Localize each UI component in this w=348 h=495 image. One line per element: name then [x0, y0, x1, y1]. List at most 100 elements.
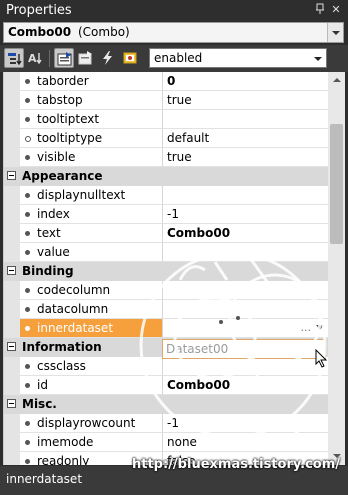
collapse-icon[interactable]: [7, 171, 16, 180]
property-value: none: [167, 435, 197, 449]
property-filter-value: enabled: [154, 51, 203, 65]
property-name: readonly: [37, 454, 90, 465]
property-name-cell[interactable]: tabstop: [20, 91, 163, 110]
property-row[interactable]: displayrowcount -1: [4, 414, 328, 433]
property-value-cell[interactable]: true: [163, 91, 328, 110]
property-name-cell[interactable]: cssclass: [20, 357, 163, 376]
property-name-cell[interactable]: innerdataset: [20, 319, 163, 338]
properties-button[interactable]: [54, 48, 74, 68]
scroll-thumb[interactable]: [330, 124, 343, 244]
category-row[interactable]: Misc.: [4, 395, 328, 414]
property-name-cell[interactable]: codecolumn: [20, 281, 163, 300]
property-name-cell[interactable]: datacolumn: [20, 300, 163, 319]
property-name: innerdataset: [37, 321, 114, 335]
property-bullet-icon: [25, 383, 30, 388]
property-name: datacolumn: [37, 302, 109, 316]
property-value-cell[interactable]: -1: [163, 205, 328, 224]
property-row[interactable]: tooltiptype default: [4, 129, 328, 148]
property-pages-button[interactable]: [76, 48, 96, 68]
property-name: imemode: [37, 435, 94, 449]
row-gutter: [4, 224, 20, 243]
property-bullet-icon: [25, 79, 30, 84]
property-row[interactable]: taborder 0: [4, 72, 328, 91]
property-value-cell[interactable]: [163, 110, 328, 129]
property-value-cell[interactable]: [163, 281, 328, 300]
property-value-cell[interactable]: Combo00: [163, 376, 328, 395]
property-row[interactable]: displaynulltext: [4, 186, 328, 205]
chevron-down-icon[interactable]: [316, 325, 324, 330]
sort-category-button[interactable]: [4, 48, 24, 68]
property-value-cell[interactable]: none: [163, 433, 328, 452]
property-bullet-icon: [25, 326, 30, 331]
property-value: default: [167, 131, 210, 145]
property-row[interactable]: tabstop true: [4, 91, 328, 110]
property-row[interactable]: id Combo00: [4, 376, 328, 395]
property-value-cell[interactable]: default: [163, 129, 328, 148]
property-name-cell[interactable]: taborder: [20, 72, 163, 91]
chevron-down-icon[interactable]: [327, 23, 343, 42]
property-name-cell[interactable]: text: [20, 224, 163, 243]
property-name-cell[interactable]: tooltiptext: [20, 110, 163, 129]
property-row[interactable]: imemode none: [4, 433, 328, 452]
object-selector[interactable]: Combo00 (Combo): [3, 22, 344, 43]
sort-alpha-button[interactable]: A: [26, 48, 46, 68]
property-name: taborder: [37, 74, 89, 88]
property-name: tooltiptext: [37, 112, 100, 126]
property-row[interactable]: codecolumn: [4, 281, 328, 300]
value-editor[interactable]: ...: [165, 320, 327, 337]
category-label: Binding: [22, 264, 74, 278]
ellipsis-button[interactable]: ...: [301, 321, 312, 334]
property-value-cell[interactable]: Combo00: [163, 224, 328, 243]
property-row[interactable]: tooltiptext: [4, 110, 328, 129]
property-name-cell[interactable]: id: [20, 376, 163, 395]
category-row[interactable]: Binding: [4, 262, 328, 281]
events-button[interactable]: [98, 48, 118, 68]
row-gutter: [4, 433, 20, 452]
property-name-cell[interactable]: tooltiptype: [20, 129, 163, 148]
property-value-cell[interactable]: [163, 186, 328, 205]
collapse-icon[interactable]: [7, 399, 16, 408]
property-name: cssclass: [37, 359, 86, 373]
collapse-icon[interactable]: [7, 266, 16, 275]
row-gutter: [4, 129, 20, 148]
property-filter-select[interactable]: enabled: [149, 48, 327, 68]
property-name-cell[interactable]: value: [20, 243, 163, 262]
property-name: tooltiptype: [37, 131, 103, 145]
property-row[interactable]: value: [4, 243, 328, 262]
property-bullet-icon: [25, 117, 30, 122]
property-row[interactable]: datacolumn: [4, 300, 328, 319]
dataset-dropdown-list[interactable]: Dataset00: [162, 339, 326, 359]
scroll-up-icon[interactable]: [328, 72, 345, 89]
vertical-scrollbar[interactable]: [328, 72, 345, 465]
property-bullet-icon: [25, 155, 30, 160]
properties-icon: [57, 52, 72, 66]
property-row[interactable]: innerdataset...: [4, 319, 328, 338]
property-name: id: [37, 378, 48, 392]
property-row[interactable]: index -1: [4, 205, 328, 224]
property-name: index: [37, 207, 70, 221]
property-name-cell[interactable]: displaynulltext: [20, 186, 163, 205]
property-name-cell[interactable]: visible: [20, 148, 163, 167]
property-value-cell[interactable]: -1: [163, 414, 328, 433]
property-value-cell[interactable]: 0: [163, 72, 328, 91]
object-name: Combo00: [8, 25, 72, 39]
property-row[interactable]: text Combo00: [4, 224, 328, 243]
category-row[interactable]: Appearance: [4, 167, 328, 186]
property-name-cell[interactable]: displayrowcount: [20, 414, 163, 433]
collapse-icon[interactable]: [7, 342, 16, 351]
property-name-cell[interactable]: index: [20, 205, 163, 224]
settings-button[interactable]: [120, 48, 140, 68]
pin-icon[interactable]: [314, 3, 326, 17]
row-gutter: [4, 148, 20, 167]
dropdown-option[interactable]: Dataset00: [166, 342, 228, 356]
property-bullet-icon: [25, 307, 30, 312]
property-value-cell[interactable]: [163, 357, 328, 376]
property-row[interactable]: visible true: [4, 148, 328, 167]
property-value-cell[interactable]: [163, 243, 328, 262]
property-value-cell[interactable]: true: [163, 148, 328, 167]
property-row[interactable]: cssclass: [4, 357, 328, 376]
property-name: visible: [37, 150, 76, 164]
property-value-cell[interactable]: [163, 300, 328, 319]
property-name-cell[interactable]: imemode: [20, 433, 163, 452]
close-icon[interactable]: ✕: [330, 3, 342, 17]
